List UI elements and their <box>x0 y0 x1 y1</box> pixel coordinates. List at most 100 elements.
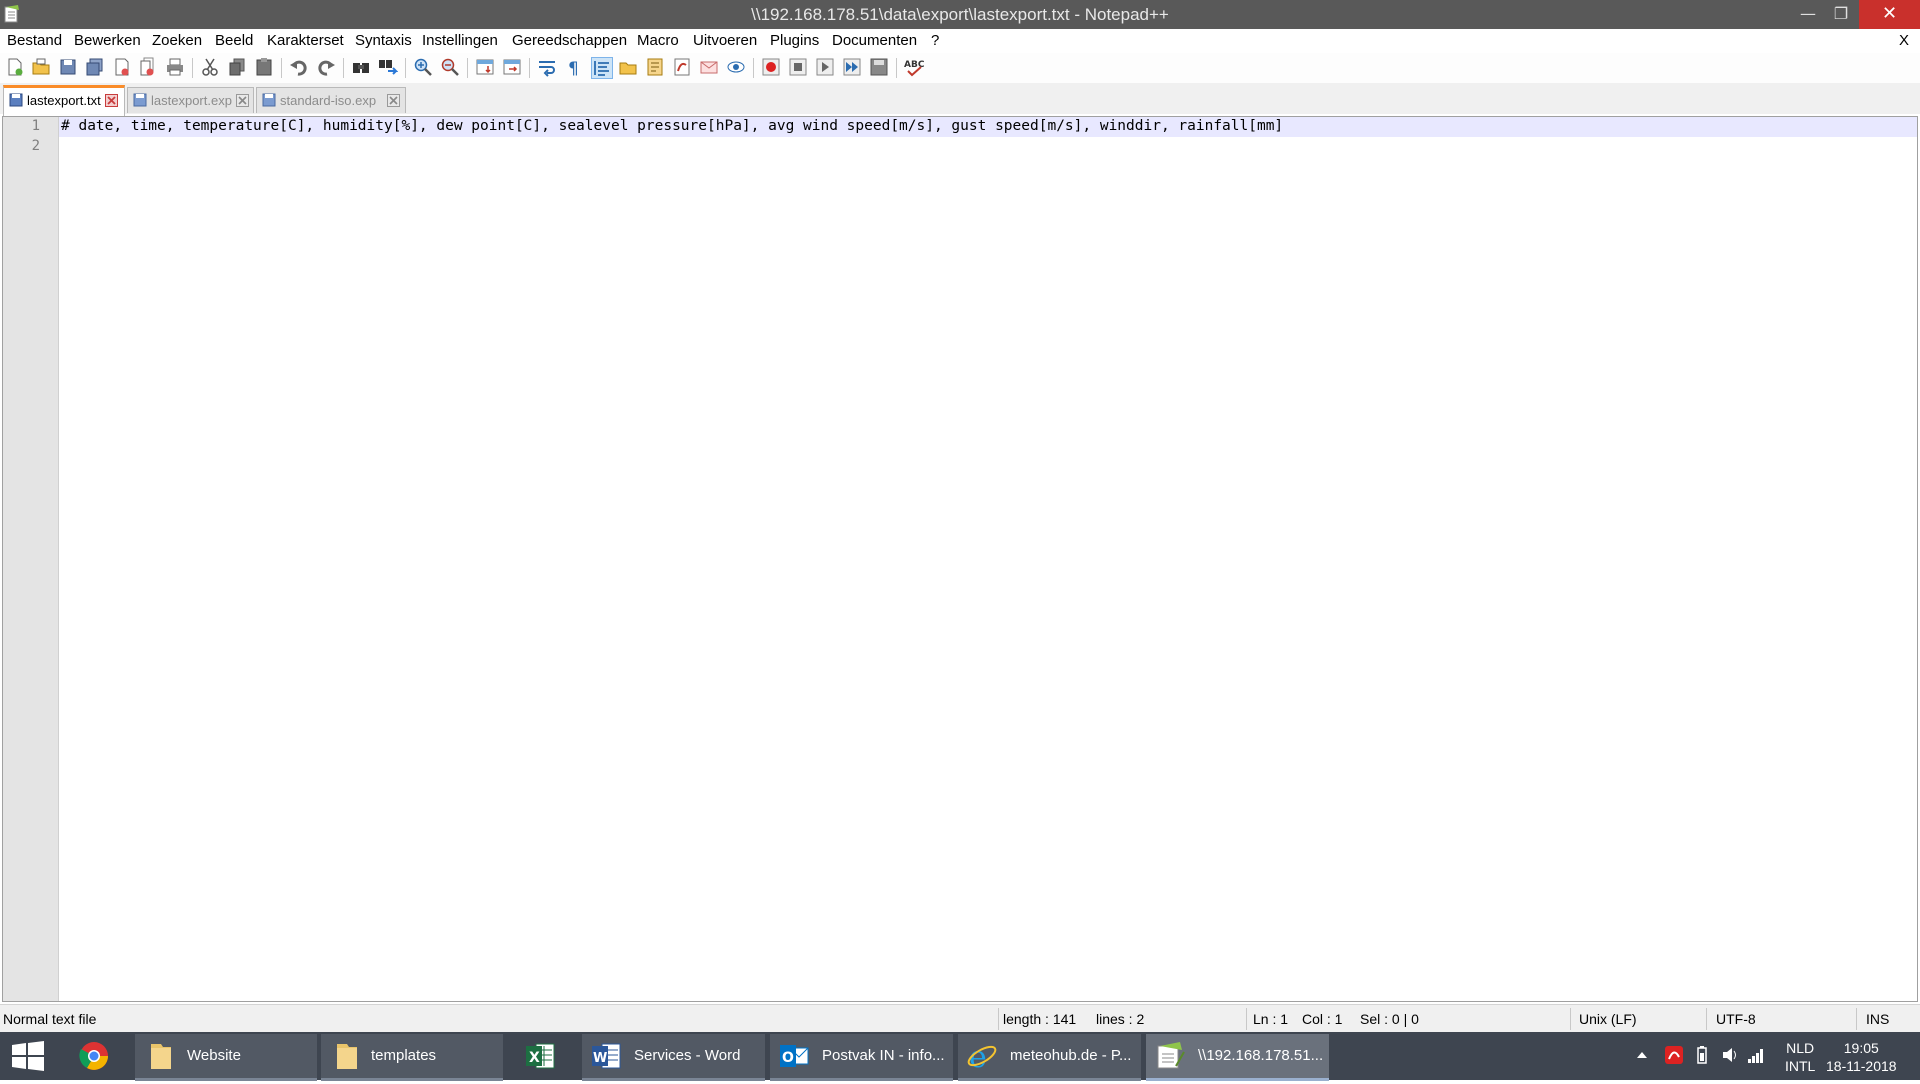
monitor-icon[interactable] <box>699 57 719 77</box>
tab-close-icon[interactable] <box>236 94 249 107</box>
language-code: NLD <box>1786 1040 1815 1056</box>
close-button[interactable]: ✕ <box>1859 0 1920 29</box>
spellcheck-icon[interactable]: ABC <box>904 57 925 77</box>
file-icon <box>133 93 147 107</box>
doc-map-icon[interactable] <box>618 57 638 77</box>
taskbar-outlook[interactable]: O Postvak IN - info... <box>770 1034 953 1081</box>
macro-record-icon[interactable] <box>761 57 781 77</box>
macro-run-multiple-icon[interactable] <box>842 57 862 77</box>
tab-close-icon[interactable] <box>105 94 118 107</box>
tab-close-icon[interactable] <box>387 94 400 107</box>
minimize-button[interactable]: — <box>1793 0 1823 29</box>
taskbar-label: \\192.168.178.51... <box>1198 1047 1324 1064</box>
taskbar-notepadpp[interactable]: \\192.168.178.51... <box>1146 1034 1329 1081</box>
system-tray <box>1630 1032 1770 1080</box>
line-number: 2 <box>31 138 40 154</box>
paste-icon[interactable] <box>254 57 274 77</box>
redo-icon[interactable] <box>316 57 336 77</box>
word-wrap-icon[interactable] <box>537 57 557 77</box>
sync-horizontal-icon[interactable] <box>502 57 522 77</box>
menu-karakterset[interactable]: Karakterset <box>267 32 344 49</box>
undo-icon[interactable] <box>289 57 309 77</box>
indent-guide-icon[interactable] <box>591 57 613 79</box>
status-length: length : 141 <box>1003 1011 1077 1027</box>
sync-vertical-icon[interactable] <box>475 57 495 77</box>
status-file-type: Normal text file <box>3 1011 97 1027</box>
tab-standard-iso-exp[interactable]: standard-iso.exp <box>256 87 406 113</box>
new-file-icon[interactable] <box>5 57 25 77</box>
status-insert-mode[interactable]: INS <box>1866 1011 1889 1027</box>
taskbar-label: Website <box>187 1047 241 1064</box>
macro-play-icon[interactable] <box>815 57 835 77</box>
close-document-button[interactable]: X <box>1899 32 1909 49</box>
svg-text:ABC: ABC <box>904 60 924 70</box>
taskbar-label: Services - Word <box>634 1047 741 1064</box>
tab-lastexport-exp[interactable]: lastexport.exp <box>127 87 254 113</box>
print-icon[interactable] <box>165 57 185 77</box>
input-language[interactable]: NLD INTL <box>1785 1039 1815 1075</box>
find-icon[interactable] <box>351 57 371 77</box>
taskbar-templates-folder[interactable]: templates <box>321 1034 503 1081</box>
taskbar-chrome[interactable] <box>66 1034 130 1078</box>
replace-icon[interactable] <box>378 57 399 77</box>
status-ln: Ln : 1 <box>1253 1011 1289 1027</box>
file-icon <box>9 93 23 107</box>
taskbar-excel[interactable]: X <box>512 1034 576 1078</box>
taskbar-internet-explorer[interactable]: e meteohub.de - P... <box>958 1034 1141 1081</box>
save-all-icon[interactable] <box>85 57 105 77</box>
excel-icon: X <box>526 1043 555 1069</box>
close-all-icon[interactable] <box>138 57 158 77</box>
zoom-out-icon[interactable] <box>440 57 460 77</box>
network-signal-icon[interactable] <box>1746 1045 1766 1065</box>
macro-stop-icon[interactable] <box>788 57 808 77</box>
line-number-gutter[interactable]: 1 2 <box>3 117 59 1001</box>
taskbar-label: meteohub.de - P... <box>1010 1047 1132 1064</box>
menu-help[interactable]: ? <box>931 32 939 49</box>
tab-lastexport-txt[interactable]: lastexport.txt <box>3 85 125 116</box>
menu-macro[interactable]: Macro <box>637 32 679 49</box>
text-editor[interactable]: 1 2 # date, time, temperature[C], humidi… <box>2 116 1918 1002</box>
svg-text:O: O <box>782 1050 794 1066</box>
save-icon[interactable] <box>58 57 78 77</box>
copy-icon[interactable] <box>227 57 247 77</box>
show-all-chars-icon[interactable]: ¶ <box>564 57 584 79</box>
menu-plugins[interactable]: Plugins <box>770 32 819 49</box>
menu-bewerken[interactable]: Bewerken <box>74 32 141 49</box>
status-encoding[interactable]: UTF-8 <box>1716 1011 1756 1027</box>
battery-icon[interactable] <box>1692 1045 1712 1065</box>
maximize-button[interactable]: ❐ <box>1826 0 1856 29</box>
menu-syntaxis[interactable]: Syntaxis <box>355 32 412 49</box>
clock[interactable]: 19:05 18-11-2018 <box>1826 1039 1897 1075</box>
line-number: 1 <box>31 118 40 134</box>
status-col: Col : 1 <box>1302 1011 1343 1027</box>
status-sel: Sel : 0 | 0 <box>1360 1011 1419 1027</box>
menu-zoeken[interactable]: Zoeken <box>152 32 202 49</box>
menu-bestand[interactable]: Bestand <box>7 32 62 49</box>
clock-date: 18-11-2018 <box>1826 1058 1897 1074</box>
clock-time: 19:05 <box>1843 1040 1879 1056</box>
folder-as-workspace-icon[interactable] <box>672 57 692 77</box>
tab-strip: lastexport.txt lastexport.exp standard-i… <box>0 83 1920 116</box>
cut-icon[interactable] <box>200 57 220 77</box>
menu-beeld[interactable]: Beeld <box>215 32 253 49</box>
start-button[interactable] <box>0 1032 56 1080</box>
menu-gereedschappen[interactable]: Gereedschappen <box>512 32 627 49</box>
show-hidden-icons-icon[interactable] <box>1635 1048 1649 1062</box>
open-file-icon[interactable] <box>31 57 51 77</box>
menu-instellingen[interactable]: Instellingen <box>422 32 498 49</box>
code-line[interactable]: # date, time, temperature[C], humidity[%… <box>61 118 1283 134</box>
taskbar-website-folder[interactable]: Website <box>135 1034 317 1081</box>
svg-text:X: X <box>529 1050 540 1066</box>
close-icon[interactable] <box>112 57 132 77</box>
function-list-icon[interactable] <box>645 57 665 77</box>
preview-icon[interactable] <box>726 57 746 77</box>
antivirus-icon[interactable] <box>1664 1045 1684 1065</box>
menu-documenten[interactable]: Documenten <box>832 32 917 49</box>
volume-icon[interactable] <box>1720 1045 1740 1065</box>
taskbar-word[interactable]: W Services - Word <box>582 1034 765 1081</box>
zoom-in-icon[interactable] <box>413 57 433 77</box>
macro-save-icon[interactable] <box>869 57 889 77</box>
menu-uitvoeren[interactable]: Uitvoeren <box>693 32 757 49</box>
outlook-icon: O <box>780 1045 809 1067</box>
status-eol[interactable]: Unix (LF) <box>1579 1011 1637 1027</box>
